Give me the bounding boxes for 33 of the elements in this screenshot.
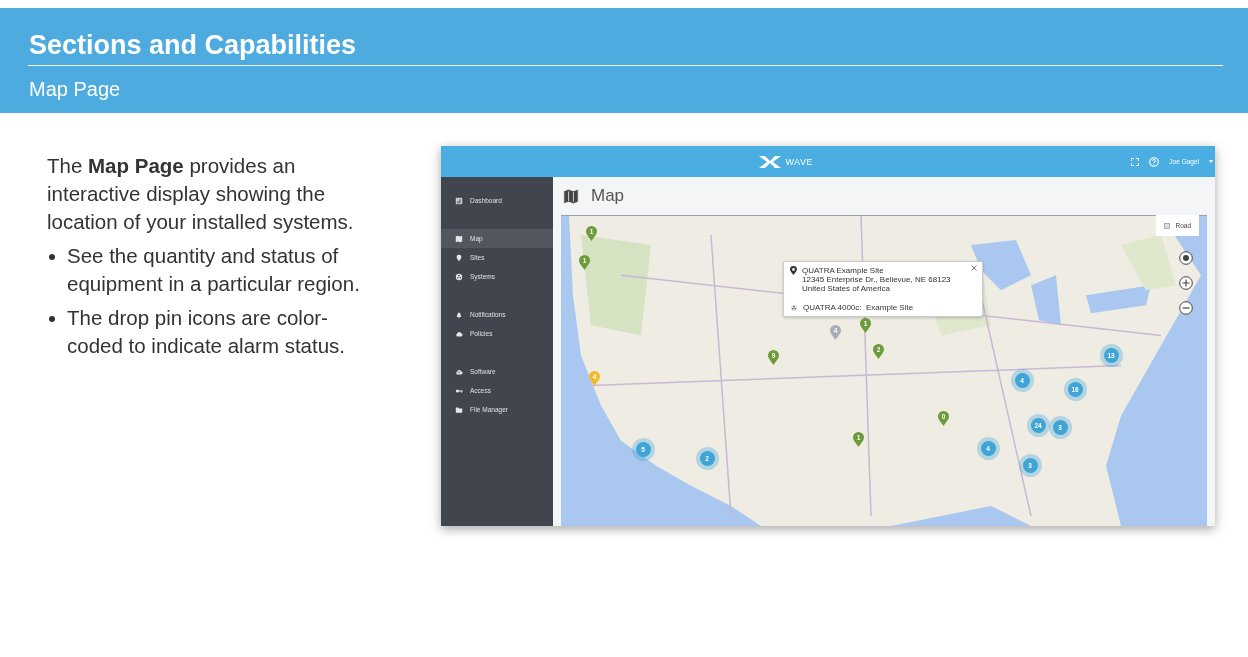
bullet-text: See the quantity and status of equipment in a particular region. — [67, 243, 361, 297]
brand-name: WAVE — [785, 156, 813, 167]
systems-icon — [790, 303, 798, 312]
close-icon[interactable] — [971, 265, 977, 271]
page-title: Map — [591, 186, 625, 206]
layers-icon — [1164, 222, 1171, 229]
slide-title: Sections and Capabilities — [28, 29, 358, 62]
bullet-text: The drop pin icons are color-coded to indicate alarm status. — [67, 305, 347, 359]
caret-icon — [1209, 160, 1213, 163]
address-line: 12345 Enterprise Dr., Bellevue, NE 68123 — [802, 275, 951, 284]
slide-subtitle: Map Page — [28, 77, 122, 101]
bullet-dot — [49, 316, 55, 322]
cloud-icon — [455, 329, 463, 338]
bell-icon — [455, 310, 463, 319]
key-icon — [455, 386, 463, 395]
dashboard-icon — [455, 196, 463, 205]
x-logo-icon — [759, 155, 782, 168]
location-pin-icon — [790, 266, 797, 275]
map-icon — [563, 187, 579, 205]
zoom-out-icon[interactable] — [1179, 301, 1193, 315]
folder-icon — [455, 405, 463, 414]
address-line: United States of America — [802, 284, 892, 293]
upload-icon — [455, 367, 463, 376]
system-name[interactable]: QUATRA 4000c: Example Site — [803, 303, 914, 312]
fullscreen-icon[interactable] — [1131, 157, 1140, 166]
systems-icon — [455, 272, 463, 281]
intro-paragraph: The Map Page provides an interactive display showing the location of your installed systems. — [47, 153, 355, 235]
locate-icon[interactable] — [1179, 251, 1193, 265]
pin-icon — [455, 253, 463, 262]
site-name[interactable]: QUATRA Example Site — [802, 266, 951, 275]
bullet-dot — [49, 254, 55, 260]
map-icon — [455, 234, 463, 243]
zoom-in-icon[interactable] — [1179, 276, 1193, 290]
